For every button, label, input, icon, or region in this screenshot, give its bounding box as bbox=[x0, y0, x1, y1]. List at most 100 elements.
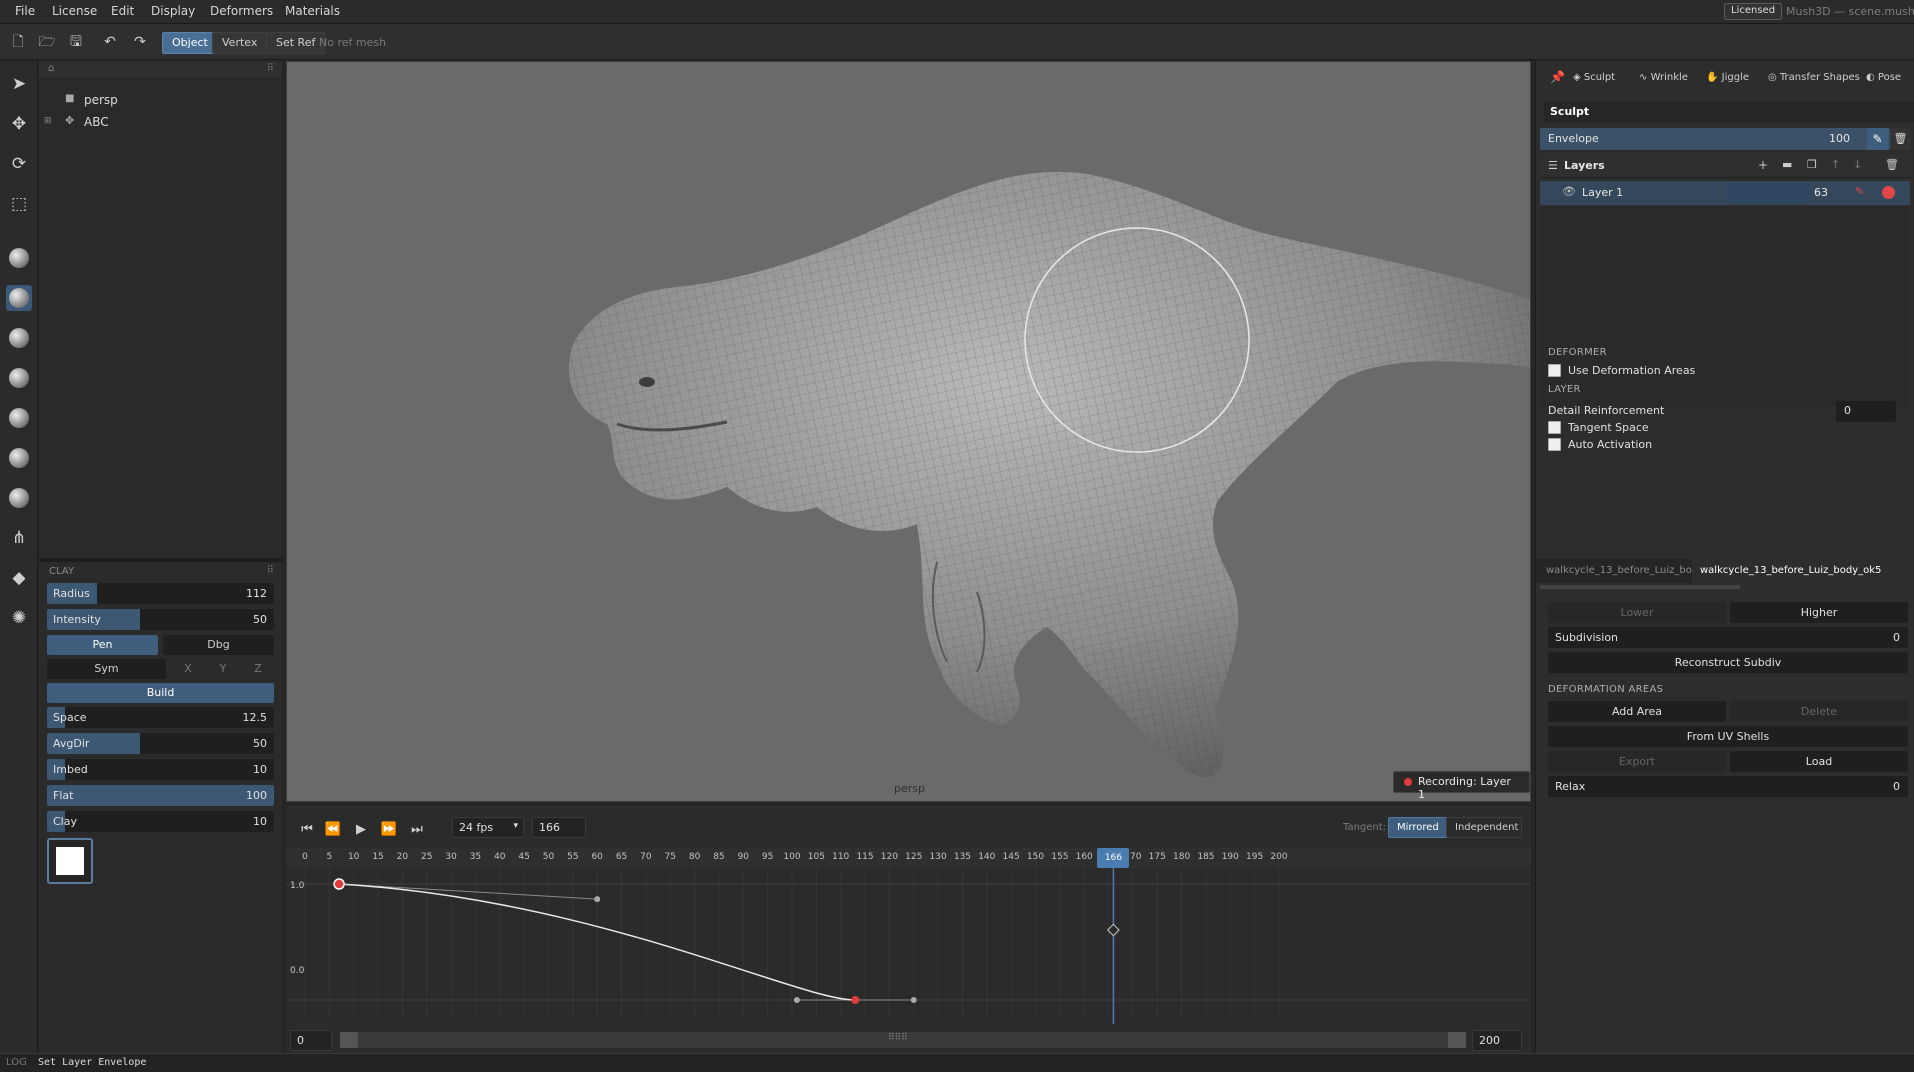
brush-edit-icon[interactable]: ✎ bbox=[1867, 128, 1888, 150]
abc-tab-2[interactable]: walkcycle_13_before_Luiz_body_ok5 bbox=[1692, 559, 1914, 583]
clay-amount-slider[interactable]: Clay 10 bbox=[47, 811, 274, 832]
range-start-field[interactable]: 0 bbox=[290, 1030, 332, 1051]
visibility-eye-icon[interactable]: 👁 bbox=[1562, 185, 1576, 198]
menu-materials[interactable]: Materials bbox=[285, 4, 340, 18]
expand-icon[interactable]: ⊞ bbox=[44, 116, 52, 126]
trash-icon[interactable]: 🗑 bbox=[1890, 128, 1911, 150]
prev-key-icon[interactable]: ⏪ bbox=[324, 821, 342, 839]
new-file-icon[interactable]: 🗋 bbox=[9, 33, 27, 51]
first-frame-icon[interactable]: ⏮ bbox=[298, 821, 316, 839]
sym-x-toggle[interactable]: X bbox=[171, 659, 205, 679]
range-scrollbar[interactable]: ⠿⠿⠿ bbox=[340, 1032, 1466, 1048]
grab-brush-icon[interactable] bbox=[6, 485, 32, 511]
crease-brush-icon[interactable] bbox=[6, 405, 32, 431]
folder-icon[interactable]: ▬ bbox=[1782, 158, 1792, 171]
undo-icon[interactable]: ↶ bbox=[101, 33, 119, 51]
clay-brush-icon[interactable] bbox=[6, 285, 32, 311]
auto-activation-checkbox[interactable] bbox=[1548, 438, 1561, 451]
panel-grip-icon[interactable]: ⠿ bbox=[267, 565, 274, 576]
record-icon[interactable] bbox=[1882, 186, 1895, 199]
current-frame-marker[interactable]: 166 bbox=[1097, 848, 1130, 868]
layer-weight-bar[interactable] bbox=[1726, 183, 1810, 203]
outliner-item-persp[interactable]: ■ persp bbox=[39, 91, 282, 113]
tab-sculpt[interactable]: ◈ Sculpt bbox=[1573, 72, 1615, 83]
range-start-handle[interactable] bbox=[340, 1032, 358, 1048]
brush-color-swatch[interactable] bbox=[47, 838, 93, 884]
relax-brush-icon[interactable]: ⋔ bbox=[6, 525, 32, 551]
delete-area-button[interactable]: Delete bbox=[1730, 701, 1908, 722]
from-uv-shells-button[interactable]: From UV Shells bbox=[1548, 726, 1908, 747]
3d-viewport[interactable]: persp Recording: Layer 1 bbox=[286, 61, 1531, 802]
object-mode-button[interactable]: Object bbox=[162, 32, 218, 54]
lower-button[interactable]: Lower bbox=[1548, 602, 1726, 623]
export-button[interactable]: Export bbox=[1548, 751, 1726, 772]
higher-button[interactable]: Higher bbox=[1730, 602, 1908, 623]
reconstruct-subdiv-button[interactable]: Reconstruct Subdiv bbox=[1548, 652, 1908, 673]
build-button[interactable]: Build bbox=[47, 683, 274, 703]
use-deformation-areas-checkbox[interactable] bbox=[1548, 364, 1561, 377]
add-layer-icon[interactable]: + bbox=[1758, 158, 1768, 172]
redo-icon[interactable]: ↷ bbox=[131, 33, 149, 51]
delete-layer-icon[interactable]: 🗑 bbox=[1885, 158, 1899, 171]
move-down-icon[interactable]: ↓ bbox=[1853, 158, 1862, 171]
range-end-handle[interactable] bbox=[1448, 1032, 1466, 1048]
settings-gear-icon[interactable]: ✺ bbox=[6, 605, 32, 631]
pin-icon[interactable]: 📌 bbox=[1550, 70, 1565, 84]
tangent-independent-button[interactable]: Independent bbox=[1446, 817, 1522, 838]
eraser-icon[interactable]: ◆ bbox=[6, 565, 32, 591]
load-button[interactable]: Load bbox=[1730, 751, 1908, 772]
menu-edit[interactable]: Edit bbox=[111, 4, 134, 18]
flatten-brush-icon[interactable] bbox=[6, 365, 32, 391]
relax-field[interactable]: Relax 0 bbox=[1548, 776, 1908, 797]
inflate-brush-icon[interactable] bbox=[6, 325, 32, 351]
move-icon[interactable]: ✥ bbox=[6, 111, 32, 137]
flat-slider[interactable]: Flat 100 bbox=[47, 785, 274, 806]
tab-transfer-shapes[interactable]: ◎ Transfer Shapes bbox=[1768, 72, 1860, 83]
open-folder-icon[interactable]: 🗁 bbox=[38, 33, 56, 51]
move-up-icon[interactable]: ↑ bbox=[1831, 158, 1840, 171]
frame-ruler[interactable]: 0 5 10 15 20 25 30 35 40 45 50 55 60 65 70 75 80 85 90 95 10… bbox=[286, 848, 1531, 868]
fps-select[interactable]: 24 fps ▾ bbox=[452, 817, 524, 838]
panel-grip-icon[interactable]: ⠿ bbox=[267, 63, 274, 74]
menu-display[interactable]: Display bbox=[151, 4, 195, 18]
last-frame-icon[interactable]: ⏭ bbox=[408, 821, 426, 839]
curve-graph[interactable]: 1.0 0.0 bbox=[286, 868, 1531, 1024]
tangent-space-checkbox[interactable] bbox=[1548, 421, 1561, 434]
tab-scrollbar[interactable] bbox=[1540, 585, 1740, 589]
set-ref-button[interactable]: Set Ref bbox=[266, 32, 326, 54]
pinch-brush-icon[interactable] bbox=[6, 445, 32, 471]
intensity-slider[interactable]: Intensity 50 bbox=[47, 609, 274, 630]
current-frame-field[interactable]: 166 bbox=[532, 817, 586, 838]
duplicate-icon[interactable]: ❐ bbox=[1807, 158, 1817, 171]
save-icon[interactable]: 🖫 bbox=[67, 33, 85, 51]
dbg-button[interactable]: Dbg bbox=[163, 635, 274, 655]
outliner-item-abc[interactable]: ⊞ ✥ ABC bbox=[39, 113, 282, 135]
tab-jiggle[interactable]: ✋ Jiggle bbox=[1706, 72, 1749, 83]
tab-wrinkle[interactable]: ∿ Wrinkle bbox=[1639, 72, 1688, 83]
scale-icon[interactable]: ⬚ bbox=[6, 191, 32, 217]
sym-z-toggle[interactable]: Z bbox=[241, 659, 275, 679]
select-arrow-icon[interactable]: ➤ bbox=[6, 71, 32, 97]
brush-record-icon[interactable]: ✎ bbox=[1855, 185, 1864, 198]
imbed-slider[interactable]: Imbed 10 bbox=[47, 759, 274, 780]
play-icon[interactable]: ▶ bbox=[352, 821, 370, 839]
avgdir-slider[interactable]: AvgDir 50 bbox=[47, 733, 274, 754]
tab-pose[interactable]: ◐ Pose bbox=[1866, 72, 1901, 83]
envelope-slider[interactable]: Envelope 100 ⚲ bbox=[1540, 128, 1890, 150]
radius-slider[interactable]: Radius 112 bbox=[47, 583, 274, 604]
subdivision-field[interactable]: Subdivision 0 bbox=[1548, 627, 1908, 648]
detail-reinforcement-field[interactable]: 0 bbox=[1836, 401, 1896, 422]
sym-y-toggle[interactable]: Y bbox=[206, 659, 240, 679]
outliner-lock-icon[interactable]: ⌂ bbox=[48, 63, 54, 74]
space-slider[interactable]: Space 12.5 bbox=[47, 707, 274, 728]
next-key-icon[interactable]: ⏩ bbox=[380, 821, 398, 839]
pen-button[interactable]: Pen bbox=[47, 635, 158, 655]
symmetry-button[interactable]: Sym bbox=[47, 659, 166, 679]
add-area-button[interactable]: Add Area bbox=[1548, 701, 1726, 722]
menu-deformers[interactable]: Deformers bbox=[210, 4, 273, 18]
range-end-field[interactable]: 200 bbox=[1472, 1030, 1522, 1051]
layer-row[interactable]: 👁 Layer 1 63 ✎ bbox=[1540, 181, 1910, 205]
recording-indicator[interactable]: Recording: Layer 1 bbox=[1393, 771, 1530, 801]
menu-file[interactable]: File bbox=[15, 4, 35, 18]
vertex-mode-button[interactable]: Vertex bbox=[212, 32, 268, 54]
